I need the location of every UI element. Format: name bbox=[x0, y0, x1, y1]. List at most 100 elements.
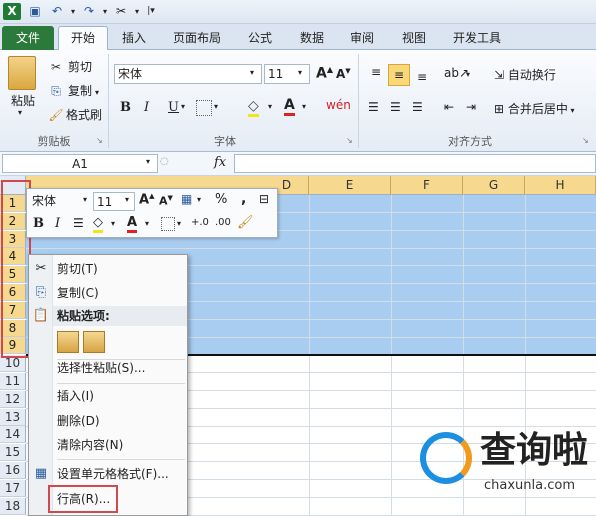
tab-data[interactable]: 数据 bbox=[290, 27, 334, 49]
mini-merge-icon[interactable]: ⊟ bbox=[259, 192, 269, 206]
menu-item-paste-special[interactable]: 选择性粘贴(S)... bbox=[57, 359, 145, 377]
clipboard-launcher-icon[interactable]: ↘ bbox=[96, 136, 103, 145]
border-dropdown-icon[interactable]: ▾ bbox=[214, 102, 218, 111]
italic-button[interactable]: I bbox=[144, 100, 149, 115]
insert-function-icon[interactable]: fx bbox=[214, 155, 226, 170]
border-icon[interactable] bbox=[196, 100, 212, 116]
paste-values-icon[interactable] bbox=[83, 331, 105, 353]
underline-button[interactable]: U bbox=[168, 100, 179, 115]
clipboard-icon: 📋 bbox=[32, 308, 50, 323]
align-right-icon[interactable]: ☰ bbox=[412, 100, 423, 114]
mini-font-dropdown-icon[interactable]: ▾ bbox=[83, 195, 87, 204]
menu-item-clear[interactable]: 清除内容(N) bbox=[57, 436, 123, 454]
decrease-indent-icon[interactable]: ⇤ bbox=[444, 100, 454, 114]
phonetic-icon[interactable]: wén bbox=[326, 98, 351, 112]
row-header-15[interactable]: 15 bbox=[0, 444, 26, 462]
name-box[interactable]: A1 bbox=[2, 154, 158, 173]
paste-button[interactable]: 粘贴 bbox=[8, 92, 38, 109]
shrink-font-icon[interactable]: A▼ bbox=[336, 67, 351, 81]
tab-developer[interactable]: 开发工具 bbox=[446, 27, 508, 49]
mini-border-dropdown-icon[interactable]: ▾ bbox=[177, 219, 181, 228]
font-name-select[interactable]: 宋体 bbox=[114, 64, 262, 84]
paste-dropdown-icon[interactable]: ▾ bbox=[18, 108, 22, 117]
align-center-icon[interactable]: ☰ bbox=[390, 100, 401, 114]
mini-number-format-icon[interactable]: ▦ bbox=[181, 192, 192, 206]
row-header-16[interactable]: 16 bbox=[0, 462, 26, 479]
tab-insert[interactable]: 插入 bbox=[112, 27, 156, 49]
mini-percent-button[interactable]: % bbox=[215, 192, 227, 207]
paste-icon[interactable] bbox=[8, 56, 36, 90]
copy-button[interactable]: 复制 bbox=[68, 84, 92, 98]
paste-option-icon[interactable] bbox=[57, 331, 79, 353]
align-left-icon[interactable]: ☰ bbox=[368, 100, 379, 114]
mini-font-color-dropdown-icon[interactable]: ▾ bbox=[145, 219, 149, 228]
orientation-dropdown-icon[interactable]: ▾ bbox=[466, 70, 470, 79]
fill-color-dropdown-icon[interactable]: ▾ bbox=[268, 102, 272, 111]
align-top-icon[interactable]: ≡ bbox=[366, 64, 386, 84]
tab-file[interactable]: 文件 bbox=[2, 26, 54, 50]
mini-format-painter-icon[interactable]: 🖌 bbox=[237, 215, 254, 230]
merge-center-button[interactable]: 合并后居中 bbox=[508, 102, 568, 116]
mini-font-select[interactable]: 宋体 bbox=[29, 192, 91, 211]
column-header-h[interactable]: H bbox=[525, 176, 596, 195]
menu-item-copy[interactable]: 复制(C) bbox=[57, 284, 99, 302]
menu-item-cut[interactable]: 剪切(T) bbox=[57, 260, 98, 278]
font-name-dropdown-icon[interactable]: ▾ bbox=[250, 68, 254, 77]
menu-item-delete[interactable]: 删除(D) bbox=[57, 412, 100, 430]
mini-italic-button[interactable]: I bbox=[55, 216, 60, 231]
row-header-14[interactable]: 14 bbox=[0, 426, 26, 444]
mini-shrink-font-icon[interactable]: A▼ bbox=[159, 194, 173, 208]
wrap-text-button[interactable]: 自动换行 bbox=[508, 68, 556, 82]
row-header-13[interactable]: 13 bbox=[0, 408, 26, 426]
copy-dropdown-icon[interactable]: ▾ bbox=[95, 88, 99, 97]
mini-center-icon[interactable]: ☰ bbox=[73, 216, 84, 230]
watermark-logo-icon bbox=[420, 432, 472, 484]
font-size-dropdown-icon[interactable]: ▾ bbox=[298, 68, 302, 77]
mini-font-color-icon[interactable]: A bbox=[127, 215, 138, 233]
underline-dropdown-icon[interactable]: ▾ bbox=[181, 102, 185, 111]
tab-review[interactable]: 审阅 bbox=[340, 27, 384, 49]
mini-number-dropdown-icon[interactable]: ▾ bbox=[197, 195, 201, 204]
merge-dropdown-icon[interactable]: ▾ bbox=[568, 106, 574, 115]
column-header-f[interactable]: F bbox=[391, 176, 463, 195]
customize-qat-icon[interactable]: |▾ bbox=[142, 3, 160, 20]
tab-home[interactable]: 开始 bbox=[58, 26, 108, 50]
mini-size-dropdown-icon[interactable]: ▾ bbox=[125, 195, 129, 204]
alignment-launcher-icon[interactable]: ↘ bbox=[582, 136, 589, 145]
formula-resize-icon[interactable]: ◌ bbox=[160, 156, 169, 167]
cut-button[interactable]: 剪切 bbox=[68, 60, 92, 74]
row-header-18[interactable]: 18 bbox=[0, 497, 26, 515]
row-header-11[interactable]: 11 bbox=[0, 373, 26, 390]
row-header-12[interactable]: 12 bbox=[0, 390, 26, 408]
tab-view[interactable]: 视图 bbox=[392, 27, 436, 49]
format-painter-button[interactable]: 格式刷 bbox=[66, 108, 102, 122]
mini-increase-decimal-icon[interactable]: +.0 bbox=[191, 217, 209, 228]
mini-fill-dropdown-icon[interactable]: ▾ bbox=[111, 219, 115, 228]
row-header-17[interactable]: 17 bbox=[0, 479, 26, 497]
save-icon[interactable]: ▣ bbox=[26, 3, 44, 20]
font-size-select[interactable]: 11 bbox=[264, 64, 310, 84]
increase-indent-icon[interactable]: ⇥ bbox=[466, 100, 476, 114]
menu-item-format-cells[interactable]: 设置单元格格式(F)... bbox=[57, 465, 169, 483]
font-launcher-icon[interactable]: ↘ bbox=[346, 136, 353, 145]
formula-input[interactable] bbox=[234, 154, 596, 173]
mini-fill-color-icon[interactable]: ◇ bbox=[93, 215, 103, 233]
mini-decrease-decimal-icon[interactable]: .00 bbox=[215, 217, 231, 228]
menu-item-insert[interactable]: 插入(I) bbox=[57, 387, 94, 405]
tab-page-layout[interactable]: 页面布局 bbox=[164, 27, 230, 49]
fill-color-icon[interactable]: ◇ bbox=[248, 98, 259, 117]
mini-grow-font-icon[interactable]: A▲ bbox=[139, 192, 154, 207]
name-box-dropdown-icon[interactable]: ▾ bbox=[146, 157, 150, 166]
font-color-icon[interactable]: A bbox=[284, 97, 295, 116]
grow-font-icon[interactable]: A▲ bbox=[316, 65, 333, 82]
bold-button[interactable]: B bbox=[120, 100, 131, 115]
column-header-e[interactable]: E bbox=[309, 176, 391, 195]
mini-comma-button[interactable]: , bbox=[241, 191, 246, 207]
mini-border-icon[interactable] bbox=[161, 217, 175, 231]
column-header-g[interactable]: G bbox=[463, 176, 525, 195]
align-middle-icon[interactable]: ≡ bbox=[388, 64, 410, 86]
mini-bold-button[interactable]: B bbox=[33, 216, 44, 231]
tab-formulas[interactable]: 公式 bbox=[238, 27, 282, 49]
align-bottom-icon[interactable]: ≡ bbox=[412, 66, 432, 86]
font-color-dropdown-icon[interactable]: ▾ bbox=[302, 102, 306, 111]
